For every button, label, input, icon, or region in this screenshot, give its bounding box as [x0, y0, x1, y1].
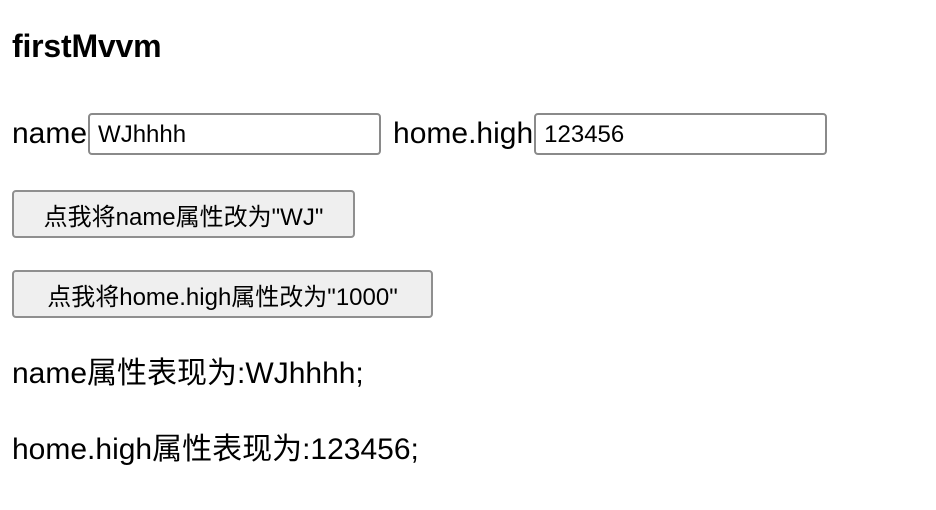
home-high-input[interactable]	[534, 113, 828, 155]
page-title: firstMvvm	[12, 28, 162, 64]
page: firstMvvm name home.high 点我将name属性改为"WJ"…	[12, 0, 924, 510]
name-input[interactable]	[88, 113, 382, 155]
name-label: name	[12, 117, 88, 150]
home-high-output-text: home.high属性表现为:123456;	[12, 433, 419, 466]
set-home-high-button[interactable]: 点我将home.high属性改为"1000"	[12, 270, 433, 318]
name-output-text: name属性表现为:WJhhhh;	[12, 357, 364, 390]
set-name-button[interactable]: 点我将name属性改为"WJ"	[12, 190, 355, 238]
input-row: name home.high	[12, 112, 828, 156]
home-high-label: home.high	[393, 117, 534, 150]
